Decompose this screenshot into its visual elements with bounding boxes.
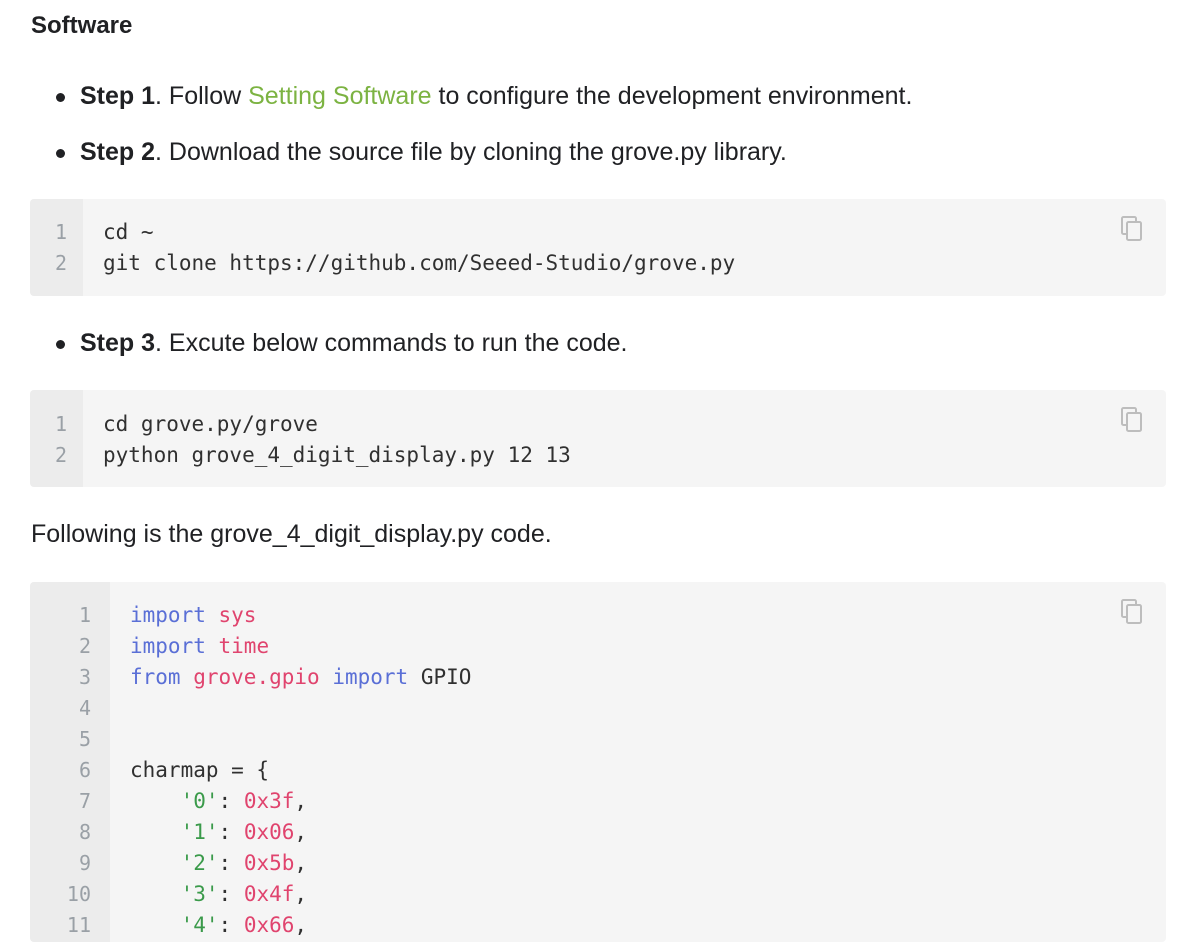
code-token: , xyxy=(294,851,308,875)
code-token: 0x06 xyxy=(243,820,295,844)
code-token: : xyxy=(218,913,244,937)
copy-icon[interactable] xyxy=(1120,216,1144,242)
code-token: import xyxy=(130,603,206,627)
step-3-text: Step 3. Excute below commands to run the… xyxy=(80,327,628,359)
code-token: grove.gpio xyxy=(193,665,320,689)
line-number: 1 xyxy=(54,220,67,244)
code-token: : xyxy=(218,789,244,813)
step-1-label: Step 1 xyxy=(80,82,156,110)
code-token: 0x66 xyxy=(243,913,295,937)
code-token: import xyxy=(130,634,206,658)
setting-software-link[interactable]: Setting Software xyxy=(248,82,431,110)
code-line: '0': 0x3f, xyxy=(130,786,307,817)
line-number: 6 xyxy=(78,758,91,782)
code-line: charmap = { xyxy=(130,755,269,786)
code-token: charmap = { xyxy=(130,758,270,782)
code-line: '3': 0x4f, xyxy=(130,879,307,910)
code-line: from grove.gpio import GPIO xyxy=(130,662,471,693)
code-token: , xyxy=(294,820,308,844)
step-1-before: . Follow xyxy=(155,82,249,110)
line-number: 3 xyxy=(78,665,91,689)
code-token: , xyxy=(294,882,308,906)
step-2-label: Step 2 xyxy=(80,138,156,166)
code-line: cd ~ xyxy=(103,220,154,244)
code-line: '1': 0x06, xyxy=(130,817,307,848)
copy-icon[interactable] xyxy=(1120,407,1144,433)
code-token: 0x5b xyxy=(243,851,295,875)
code-token: '3' xyxy=(180,882,219,906)
code-token: '2' xyxy=(180,851,219,875)
code-token: : xyxy=(218,820,244,844)
code-token: sys xyxy=(218,603,257,627)
line-number: 9 xyxy=(78,851,91,875)
code-line: git clone https://github.com/Seeed-Studi… xyxy=(103,251,736,275)
code-block-clone: 1 2 cd ~ git clone https://github.com/Se… xyxy=(30,199,1166,296)
code-line: import sys xyxy=(130,600,256,631)
code-block-run: 1 2 cd grove.py/grove python grove_4_dig… xyxy=(30,390,1166,487)
code-token: '0' xyxy=(180,789,219,813)
code-line: python grove_4_digit_display.py 12 13 xyxy=(103,443,571,467)
line-number: 5 xyxy=(78,727,91,751)
step-2-description: . Download the source file by cloning th… xyxy=(155,138,787,166)
code-block-source: 1 2 3 4 5 6 7 8 9 10 11 import sys import time from g… xyxy=(30,582,1166,942)
code-token: : xyxy=(218,851,244,875)
line-number: 8 xyxy=(78,820,91,844)
code-token: GPIO xyxy=(408,665,472,689)
code-token: from xyxy=(130,665,181,689)
code-token: , xyxy=(294,789,308,813)
code-line: '2': 0x5b, xyxy=(130,848,307,879)
step-1-text: Step 1. Follow Setting Software to confi… xyxy=(80,80,912,112)
step-3-label: Step 3 xyxy=(80,329,156,357)
code-token: , xyxy=(294,913,308,937)
code-token: time xyxy=(218,634,270,658)
bullet-icon xyxy=(56,340,65,349)
code-token: '1' xyxy=(180,820,219,844)
code-token: '4' xyxy=(180,913,219,937)
line-number: 2 xyxy=(78,634,91,658)
code-line: import time xyxy=(130,631,269,662)
line-number: 2 xyxy=(54,251,67,275)
code-token: 0x4f xyxy=(243,882,295,906)
copy-icon[interactable] xyxy=(1120,599,1144,625)
code-line: cd grove.py/grove xyxy=(103,412,318,436)
step-2-text: Step 2. Download the source file by clon… xyxy=(80,136,787,168)
line-number: 10 xyxy=(66,882,91,906)
step-1-after: to configure the development environment… xyxy=(431,82,913,110)
bullet-icon xyxy=(56,93,65,102)
step-3-description: . Excute below commands to run the code. xyxy=(155,329,628,357)
code-token: 0x3f xyxy=(243,789,295,813)
code-line: '4': 0x66, xyxy=(130,910,307,941)
bullet-icon xyxy=(56,149,65,158)
line-number: 11 xyxy=(66,913,91,937)
code-token: import xyxy=(332,665,409,689)
line-number: 7 xyxy=(78,789,91,813)
line-number: 1 xyxy=(54,412,67,436)
code-intro-paragraph: Following is the grove_4_digit_display.p… xyxy=(31,520,552,548)
section-title: Software xyxy=(31,12,133,39)
line-number: 2 xyxy=(54,443,67,467)
line-number: 1 xyxy=(78,603,91,627)
line-number: 4 xyxy=(78,696,91,720)
code-token: : xyxy=(218,882,244,906)
